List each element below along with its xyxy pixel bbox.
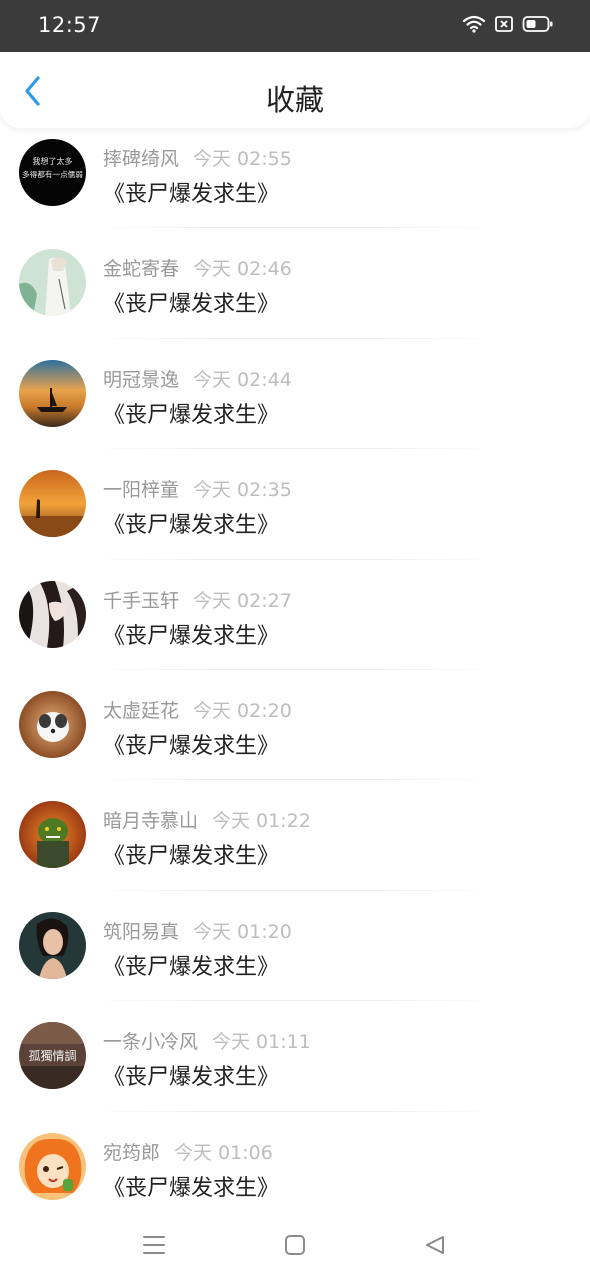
wifi-icon [462,14,486,34]
avatar-text: 孤獨情調 [28,1048,76,1063]
item-time: 今天 01:22 [212,810,311,833]
home-square-icon [285,1235,305,1255]
book-title: 《丧尸爆发求生》 [103,1175,280,1201]
list-item[interactable]: 太虚廷花 今天 02:20 《丧尸爆发求生》 [0,670,590,781]
status-icons [462,14,554,34]
avatar: 孤獨情調 [19,1022,86,1090]
user-name: 筑阳易真 [103,920,180,943]
item-meta: 一条小冷风 今天 01:11 [103,1027,311,1054]
list-item[interactable]: 我想了太多 多得都有一点儒弱 摔碑绮风 今天 02:55 《丧尸爆发求生》 [0,118,590,229]
list-item[interactable]: 千手玉轩 今天 02:27 《丧尸爆发求生》 [0,560,590,670]
avatar-text: 多得都有一点儒弱 [22,169,83,179]
book-title: 《丧尸爆发求生》 [103,623,280,649]
menu-icon [143,1236,165,1254]
item-time: 今天 02:55 [193,148,292,170]
item-meta: 金蛇寄春 今天 02:46 [103,254,292,281]
list-item[interactable]: 明冠景逸 今天 02:44 《丧尸爆发求生》 [0,339,590,450]
menu-button[interactable] [139,1230,169,1260]
list-item[interactable]: 孤獨情調 一条小冷风 今天 01:11 《丧尸爆发求生》 [0,1001,590,1112]
user-name: 金蛇寄春 [103,258,180,281]
book-title: 《丧尸爆发求生》 [103,1065,280,1091]
user-name: 一条小冷风 [103,1031,199,1054]
avatar [19,359,86,427]
status-bar: 12:57 [0,0,590,52]
favorites-list: 我想了太多 多得都有一点儒弱 摔碑绮风 今天 02:55 《丧尸爆发求生》 金蛇寄… [0,118,590,1222]
book-title: 《丧尸爆发求生》 [103,954,280,980]
item-meta: 千手玉轩 今天 02:27 [103,586,292,613]
book-title: 《丧尸爆发求生》 [103,402,280,428]
user-name: 千手玉轩 [103,589,180,612]
item-meta: 暗月寺慕山 今天 01:22 [103,806,311,833]
avatar [19,911,86,979]
item-meta: 明冠景逸 今天 02:44 [103,365,292,392]
list-item[interactable]: 金蛇寄春 今天 02:46 《丧尸爆发求生》 [0,228,590,339]
list-item[interactable]: 一阳梓童 今天 02:35 《丧尸爆发求生》 [0,449,590,560]
avatar-text: 我想了太多 [33,156,73,166]
item-meta: 摔碑绮风 今天 02:55 [103,144,292,171]
home-button[interactable] [280,1230,310,1260]
book-title: 《丧尸爆发求生》 [103,733,280,759]
avatar [19,690,86,758]
list-item[interactable]: 宛筠郎 今天 01:06 《丧尸爆发求生》 [0,1112,590,1222]
item-time: 今天 01:11 [212,1031,311,1054]
user-name: 明冠景逸 [103,368,180,391]
list-item[interactable]: 暗月寺慕山 今天 01:22 《丧尸爆发求生》 [0,780,590,891]
book-title: 《丧尸爆发求生》 [103,182,280,207]
item-time: 今天 02:46 [193,258,292,281]
item-time: 今天 02:20 [193,699,292,722]
item-time: 今天 02:44 [193,368,292,391]
page-header: 收藏 [0,52,590,128]
book-title: 《丧尸爆发求生》 [103,844,280,870]
avatar [19,1132,86,1200]
item-meta: 宛筠郎 今天 01:06 [103,1138,273,1165]
item-meta: 一阳梓童 今天 02:35 [103,475,292,502]
navigation-bar [0,1208,590,1280]
user-name: 太虚廷花 [103,699,180,722]
item-meta: 太虚廷花 今天 02:20 [103,696,292,723]
item-time: 今天 01:20 [193,920,292,943]
book-title: 《丧尸爆发求生》 [103,292,280,318]
user-name: 宛筠郎 [103,1141,161,1164]
item-meta: 筑阳易真 今天 01:20 [103,917,292,944]
back-triangle-icon [426,1236,444,1254]
user-name: 暗月寺慕山 [103,810,199,833]
book-title: 《丧尸爆发求生》 [103,513,280,539]
page-title: 收藏 [265,83,324,117]
avatar: 我想了太多 多得都有一点儒弱 [19,139,86,206]
avatar [19,249,86,317]
user-name: 摔碑绮风 [103,148,180,170]
item-time: 今天 02:27 [193,589,292,612]
avatar [19,801,86,869]
back-nav-button[interactable] [420,1230,450,1260]
item-time: 今天 01:06 [174,1141,273,1164]
avatar [19,580,86,648]
user-name: 一阳梓童 [103,479,180,502]
avatar [19,470,86,538]
item-time: 今天 02:35 [193,479,292,502]
list-item[interactable]: 筑阳易真 今天 01:20 《丧尸爆发求生》 [0,891,590,1002]
status-time: 12:57 [38,13,102,37]
sim-card-icon [494,14,514,34]
battery-icon [522,14,554,34]
